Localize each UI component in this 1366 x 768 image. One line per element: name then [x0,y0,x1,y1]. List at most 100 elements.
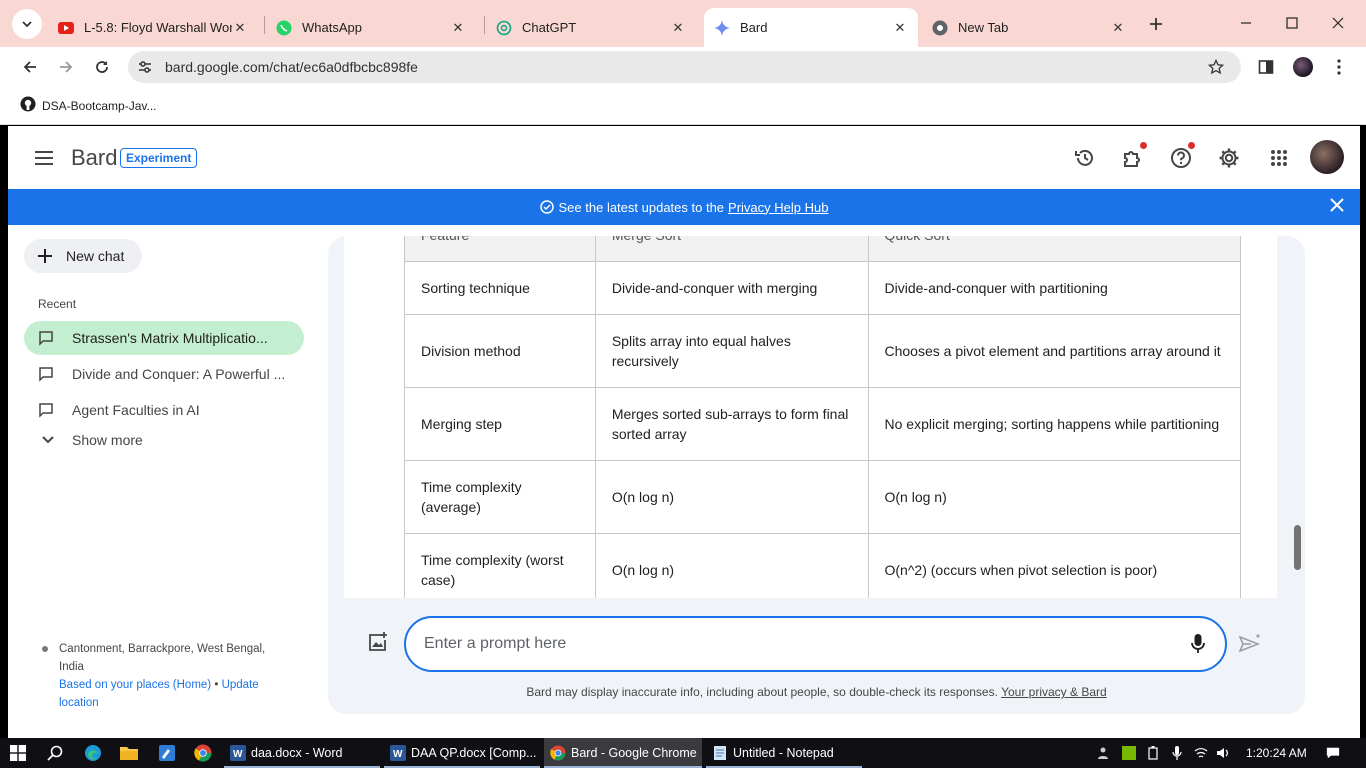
tab-new-tab[interactable]: New Tab ✕ [922,8,1136,47]
volume-icon[interactable] [1216,746,1230,760]
tab-search-button[interactable] [12,9,42,39]
forward-button[interactable] [52,53,80,81]
table-cell: Merging step [404,387,596,461]
arrow-left-icon [23,61,36,73]
prompt-input[interactable] [424,633,1164,655]
tab-title: Bard [740,20,768,35]
close-icon[interactable]: ✕ [450,20,466,36]
main-menu-button[interactable] [32,146,56,170]
scrollbar-thumb[interactable] [1294,525,1301,570]
hamburger-icon [35,151,53,165]
search-button[interactable] [45,743,65,763]
tab-whatsapp[interactable]: WhatsApp ✕ [266,8,476,47]
recent-chat-item[interactable]: Divide and Conquer: A Powerful ... [24,357,304,391]
activity-button[interactable] [1072,145,1098,171]
taskbar-app-word[interactable]: W DAA QP.docx [Comp... [384,738,540,768]
tab-chatgpt[interactable]: ChatGPT ✕ [486,8,696,47]
taskbar-app-label: daa.docx - Word [251,746,343,760]
chevron-down-icon [22,21,32,28]
taskbar-app-word[interactable]: W daa.docx - Word [224,738,380,768]
microphone-button[interactable] [1188,634,1208,654]
wifi-icon[interactable] [1194,746,1208,760]
notifications-icon[interactable] [1326,746,1340,760]
arrow-right-icon [60,61,73,73]
account-avatar[interactable] [1310,140,1344,174]
location-info: Cantonment, Barrackpore, West Bengal, In… [42,640,282,712]
file-explorer-button[interactable] [119,743,139,763]
privacy-link[interactable]: Your privacy & Bard [1001,685,1107,699]
maximize-button[interactable] [1277,8,1307,38]
help-icon [1171,148,1191,168]
reload-button[interactable] [88,53,116,81]
people-icon[interactable] [1098,746,1112,760]
upload-image-button[interactable] [366,630,390,654]
recent-chat-label: Agent Faculties in AI [72,402,200,418]
notification-dot [1140,142,1147,149]
recent-chat-item[interactable]: Agent Faculties in AI [24,393,304,427]
table-row: Merging step Merges sorted sub-arrays to… [404,387,1241,461]
google-apps-button[interactable] [1266,145,1292,171]
settings-button[interactable] [1216,145,1242,171]
chrome-icon [932,20,948,36]
table-cell: O(n log n) [594,533,869,598]
send-icon [1239,634,1261,653]
table-cell: Chooses a pivot element and partitions a… [867,314,1241,388]
taskbar-app-notepad[interactable]: Untitled - Notepad [706,738,862,768]
table-row: Division method Splits array into equal … [404,314,1241,388]
recent-chat-label: Divide and Conquer: A Powerful ... [72,366,286,382]
new-tab-button[interactable] [1144,12,1168,36]
bookmark-item[interactable]: DSA-Bootcamp-Jav... [20,96,156,115]
bookmark-star-icon[interactable] [1208,59,1224,75]
close-icon[interactable]: ✕ [1110,20,1126,36]
table-cell: Time complexity (average) [404,460,596,534]
table-cell: Time complexity (worst case) [404,533,596,598]
table-row: Time complexity (worst case) O(n log n) … [404,533,1241,598]
word-icon: W [230,745,246,761]
table-cell: O(n log n) [867,460,1241,534]
recent-chat-item[interactable]: Strassen's Matrix Multiplicatio... [24,321,304,355]
help-button[interactable] [1168,142,1195,171]
battery-icon[interactable] [1146,746,1160,760]
microphone-icon[interactable] [1170,746,1184,760]
tab-strip: L-5.8: Floyd Warshall Workin ✕ WhatsApp … [0,0,1366,47]
url-text: bard.google.com/chat/ec6a0dfbcbc898fe [165,59,418,75]
close-icon[interactable]: ✕ [670,20,686,36]
minimize-button[interactable] [1231,8,1261,38]
new-chat-label: New chat [66,248,125,264]
bookmarks-bar: DSA-Bootcamp-Jav... [0,87,1366,125]
taskbar-app-chrome[interactable]: Bard - Google Chrome [544,738,702,768]
close-icon[interactable]: ✕ [892,20,908,36]
close-icon[interactable] [1330,198,1344,212]
start-button[interactable] [8,743,28,763]
location-source-link[interactable]: Based on your places (Home) [59,679,211,691]
browser-menu-button[interactable] [1325,53,1353,81]
chrome-button[interactable] [193,743,213,763]
close-window-button[interactable] [1323,8,1353,38]
response-scroll-area[interactable]: Feature Merge Sort Quick Sort Sorting te… [344,236,1277,598]
extensions-button[interactable] [1120,142,1147,171]
site-info-icon[interactable] [137,59,153,75]
close-icon[interactable]: ✕ [232,20,248,36]
address-bar[interactable]: bard.google.com/chat/ec6a0dfbcbc898fe [128,51,1241,83]
edge-button[interactable] [83,743,103,763]
show-more-button[interactable]: Show more [42,432,143,448]
send-button[interactable] [1238,632,1262,656]
table-cell: Sorting technique [404,261,596,315]
chevron-down-icon [42,436,54,444]
new-chat-button[interactable]: New chat [24,239,143,273]
profile-avatar[interactable] [1289,53,1317,81]
nvidia-icon[interactable] [1122,746,1136,760]
side-panel-button[interactable] [1252,53,1280,81]
back-button[interactable] [16,53,44,81]
maximize-icon [1286,17,1298,29]
table-cell: No explicit merging; sorting happens whi… [867,387,1241,461]
paint-button[interactable] [157,743,177,763]
chat-bubble-icon [38,402,54,418]
recent-chat-label: Strassen's Matrix Multiplicatio... [72,330,268,346]
tab-youtube[interactable]: L-5.8: Floyd Warshall Workin ✕ [48,8,258,47]
privacy-help-hub-link[interactable]: Privacy Help Hub [728,200,828,215]
table-cell: Division method [404,314,596,388]
notepad-icon [712,745,728,761]
tab-bard[interactable]: Bard ✕ [704,8,918,47]
folder-icon [120,747,138,760]
